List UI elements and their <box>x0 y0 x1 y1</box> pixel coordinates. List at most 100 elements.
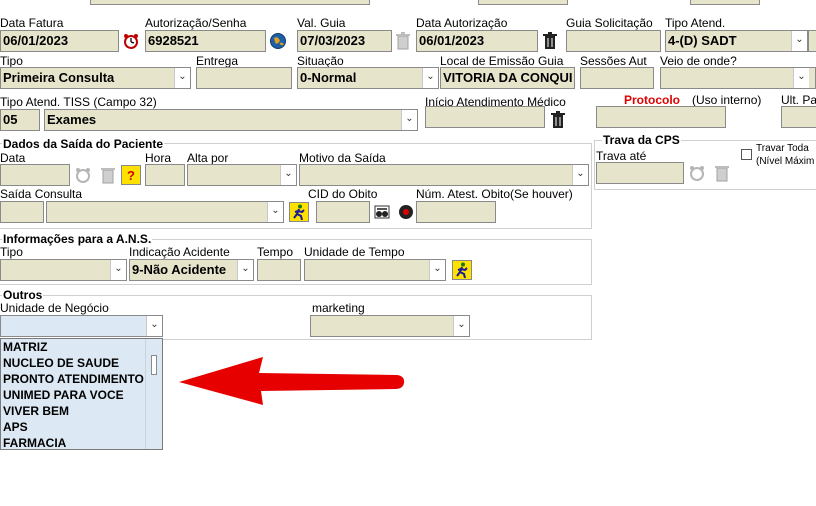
trash-icon[interactable] <box>712 163 732 183</box>
dropdown-option[interactable]: APS <box>1 419 162 435</box>
local-emissao-label: Local de Emissão Guia <box>440 54 564 68</box>
chevron-down-icon[interactable]: ⌄ <box>422 68 438 88</box>
tipo-tiss-code-field[interactable]: 05 <box>0 109 40 131</box>
indicacao-select[interactable]: 9-Não Acidente ⌄ <box>129 259 254 281</box>
guia-solicitacao-label: Guia Solicitação <box>566 16 653 30</box>
saida-consulta-label: Saída Consulta <box>0 187 83 201</box>
trava-ate-field[interactable] <box>596 162 684 184</box>
chevron-down-icon[interactable]: ⌄ <box>237 260 253 280</box>
tipo-tiss-value: Exames <box>47 112 97 127</box>
unidade-negocio-select[interactable]: ⌄ <box>0 315 163 337</box>
dropdown-option[interactable]: VIVER BEM <box>1 403 162 419</box>
chevron-down-icon[interactable]: ⌄ <box>280 165 296 185</box>
record-icon[interactable] <box>396 202 416 222</box>
trash-icon[interactable] <box>393 31 413 51</box>
veio-select[interactable]: ⌄ <box>660 67 816 89</box>
situacao-select[interactable]: 0-Normal ⌄ <box>297 67 439 89</box>
dropdown-option[interactable]: UNIMED PARA VOCE <box>1 387 162 403</box>
dropdown-scrollbar[interactable] <box>145 339 162 449</box>
dropdown-option[interactable]: NUCLEO DE SAUDE <box>1 355 162 371</box>
search-binoculars-icon[interactable] <box>372 202 392 222</box>
chevron-down-icon[interactable]: ⌄ <box>401 110 417 130</box>
unidade-negocio-dropdown-list[interactable]: MATRIZ NUCLEO DE SAUDE PRONTO ATENDIMENT… <box>0 338 163 450</box>
chevron-down-icon[interactable]: ⌄ <box>572 165 588 185</box>
tipo-atend-select[interactable]: 4-(D) SADT ⌄ <box>665 30 808 52</box>
trash-icon[interactable] <box>548 110 568 130</box>
entrega-label: Entrega <box>196 54 239 68</box>
cid-obito-label: CID do Obito <box>308 187 378 201</box>
travar-toda-checkbox[interactable] <box>741 149 752 160</box>
data-fatura-field[interactable]: 06/01/2023 <box>0 30 119 52</box>
dropdown-option[interactable]: FARMACIA <box>1 435 162 449</box>
alarm-clock-icon[interactable] <box>687 163 707 183</box>
ans-tipo-select[interactable]: ⌄ <box>0 259 127 281</box>
tipo-atend-label: Tipo Atend. <box>665 16 726 30</box>
saida-consulta-select[interactable]: ⌄ <box>46 201 284 223</box>
globe-icon[interactable] <box>268 31 288 51</box>
unidade-negocio-label: Unidade de Negócio <box>0 301 109 315</box>
tipo-tiss-select[interactable]: Exames ⌄ <box>44 109 418 131</box>
inicio-atendimento-field[interactable] <box>425 106 545 128</box>
chevron-down-icon[interactable]: ⌄ <box>791 31 807 51</box>
tipo-tiss-label: Tipo Atend. TISS (Campo 32) <box>0 95 157 109</box>
autorizacao-field[interactable]: 6928521 <box>145 30 266 52</box>
protocolo-field[interactable] <box>596 106 726 128</box>
data-autorizacao-label: Data Autorização <box>416 16 508 30</box>
unidade-tempo-label: Unidade de Tempo <box>304 245 405 259</box>
alarm-clock-icon[interactable] <box>121 31 141 51</box>
trash-icon[interactable] <box>540 31 560 51</box>
chevron-down-icon[interactable]: ⌄ <box>453 316 469 336</box>
unidade-tempo-select[interactable]: ⌄ <box>304 259 446 281</box>
tempo-field[interactable] <box>257 259 301 281</box>
top-clipped-field-3[interactable] <box>690 0 760 5</box>
uso-interno-label: (Uso interno) <box>692 93 762 107</box>
saida-consulta-field[interactable] <box>0 201 44 223</box>
saida-data-field[interactable] <box>0 164 70 186</box>
guia-solicitacao-field[interactable] <box>566 30 661 52</box>
dropdown-option[interactable]: MATRIZ <box>1 339 162 355</box>
entrega-field[interactable] <box>196 67 292 89</box>
nivel-maximo-label: (Nível Máxim <box>756 156 815 167</box>
marketing-select[interactable]: ⌄ <box>310 315 470 337</box>
chevron-down-icon[interactable]: ⌄ <box>174 68 190 88</box>
trava-ate-label: Trava até <box>596 149 647 163</box>
clipped-field[interactable] <box>808 30 816 52</box>
chevron-down-icon[interactable]: ⌄ <box>110 260 126 280</box>
alta-por-select[interactable]: ⌄ <box>187 164 297 186</box>
motivo-label: Motivo da Saída <box>299 151 386 165</box>
situacao-label: Situação <box>297 54 344 68</box>
data-autorizacao-field[interactable]: 06/01/2023 <box>416 30 538 52</box>
dropdown-option[interactable]: PRONTO ATENDIMENTO <box>1 371 162 387</box>
running-man-icon[interactable] <box>452 260 472 280</box>
situacao-value: 0-Normal <box>300 70 357 85</box>
alarm-clock-icon[interactable] <box>73 165 93 185</box>
ans-tipo-label: Tipo <box>0 245 23 259</box>
cid-obito-field[interactable] <box>316 201 370 223</box>
trash-icon[interactable] <box>98 165 118 185</box>
motivo-select[interactable]: ⌄ <box>299 164 589 186</box>
sessoes-label: Sessões Aut <box>580 54 647 68</box>
chevron-down-icon[interactable]: ⌄ <box>429 260 445 280</box>
chevron-down-icon[interactable]: ⌄ <box>267 202 283 222</box>
scrollbar-thumb[interactable] <box>151 355 157 375</box>
running-man-icon[interactable] <box>289 202 309 222</box>
atest-obito-field[interactable] <box>416 201 496 223</box>
autorizacao-label: Autorização/Senha <box>145 16 247 30</box>
tipo-select[interactable]: Primeira Consulta ⌄ <box>0 67 191 89</box>
outros-title: Outros <box>2 288 44 302</box>
question-icon[interactable]: ? <box>121 165 141 185</box>
hora-field[interactable] <box>145 164 185 186</box>
val-guia-field[interactable]: 07/03/2023 <box>297 30 392 52</box>
local-emissao-field[interactable]: VITORIA DA CONQUI <box>440 67 575 89</box>
indicacao-label: Indicação Acidente <box>129 245 230 259</box>
ult-field[interactable] <box>781 106 816 128</box>
sessoes-field[interactable] <box>580 67 654 89</box>
red-arrow-annotation <box>179 357 405 405</box>
alta-por-label: Alta por <box>187 151 229 165</box>
atest-obito-label: Núm. Atest. Obito(Se houver) <box>416 187 573 201</box>
chevron-down-icon[interactable]: ⌄ <box>146 316 162 336</box>
chevron-down-icon[interactable]: ⌄ <box>793 68 809 88</box>
top-clipped-field-1[interactable] <box>90 0 370 5</box>
top-clipped-field-2[interactable] <box>478 0 568 5</box>
tipo-label: Tipo <box>0 54 23 68</box>
